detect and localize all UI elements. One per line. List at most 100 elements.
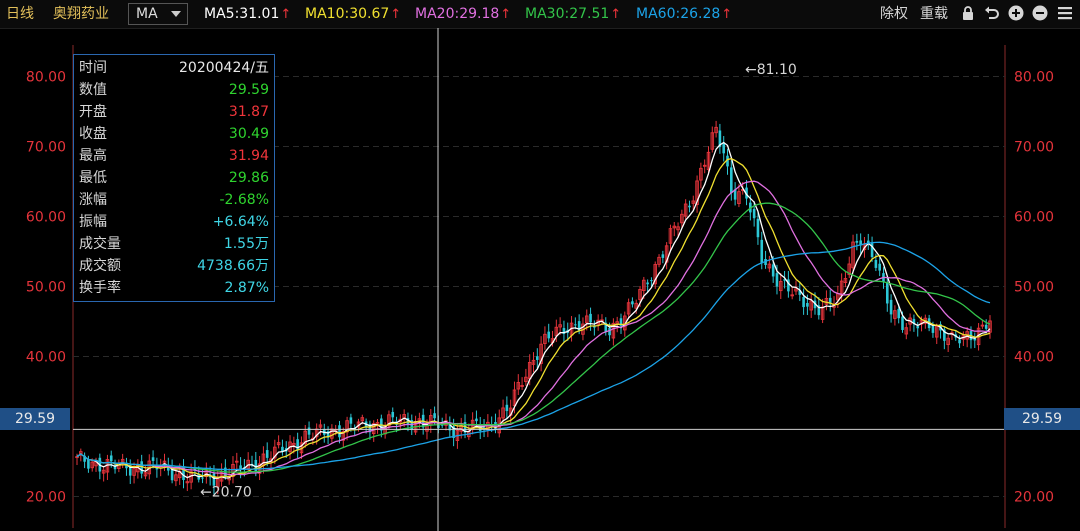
candle-body-down (874, 260, 878, 268)
up-arrow-icon: ↑ (280, 7, 292, 22)
lock-icon[interactable] (960, 5, 976, 21)
candle-body-down (897, 308, 900, 319)
period-label[interactable]: 日线 (6, 5, 34, 23)
info-value: 4738.66万 (197, 258, 269, 274)
candle-body-down (885, 282, 889, 304)
info-row-3: 收盘 30.49 (79, 123, 269, 145)
candle-body-down (901, 316, 904, 330)
candle-body-down (730, 167, 733, 194)
info-value: +6.64% (212, 214, 269, 230)
zoom-out-icon[interactable] (1032, 5, 1048, 21)
info-label: 涨幅 (79, 192, 107, 208)
info-value: 31.87 (228, 104, 269, 120)
up-arrow-icon: ↑ (610, 7, 622, 22)
candle-body-down (646, 282, 649, 285)
info-value: 29.59 (228, 82, 269, 98)
y-tick-label-right: 80.00 (1014, 70, 1054, 86)
info-label: 振幅 (79, 214, 107, 230)
candle-body-down (265, 450, 269, 458)
candle-body-down (878, 263, 881, 271)
candle-body-down (722, 142, 726, 154)
info-label: 换手率 (79, 280, 121, 296)
up-arrow-icon: ↑ (390, 7, 402, 22)
candle-body-down (87, 459, 90, 469)
high-price-annotation: ←81.10 (745, 62, 797, 78)
low-price-annotation: ←20.70 (200, 485, 252, 501)
y-tick-label-left: 50.00 (26, 280, 66, 296)
info-value: 30.49 (228, 126, 269, 142)
ma10-value: MA10:30.67 (305, 6, 390, 22)
y-tick-label-left: 20.00 (26, 490, 66, 506)
candle-body-down (775, 273, 779, 287)
candle-body-down (589, 313, 592, 323)
exright-button[interactable]: 除权 (880, 5, 908, 23)
stock-name: 奥翔药业 (53, 6, 109, 22)
info-value: 20200424/五 (179, 60, 269, 76)
zoom-in-icon[interactable] (1008, 5, 1024, 21)
candle-body-down (536, 356, 539, 360)
chevron-down-icon (171, 11, 181, 17)
crosshair-price-right: 29.59 (1004, 408, 1080, 430)
y-tick-label-left: 60.00 (26, 210, 66, 226)
y-tick-label-left: 40.00 (26, 350, 66, 366)
info-row-5: 最低 29.86 (79, 167, 269, 189)
ma60-value: MA60:26.28 (636, 6, 721, 22)
candle-body-down (855, 240, 859, 243)
undo-icon[interactable] (984, 5, 1000, 21)
y-tick-label-right: 60.00 (1014, 210, 1054, 226)
candle-body-down (958, 339, 961, 344)
y-tick-label-right: 40.00 (1014, 350, 1054, 366)
candle-body-down (547, 331, 551, 339)
info-label: 收盘 (79, 126, 107, 142)
candle-body-down (661, 254, 665, 258)
quote-info-panel: 时间 20200424/五 数值 29.59 开盘 31.87 收盘 30.49 最高 31.94… (73, 54, 275, 302)
candle-body-down (760, 239, 764, 264)
candle-body-down (752, 208, 756, 219)
info-label: 时间 (79, 60, 107, 76)
info-row-9: 成交额 4738.66万 (79, 255, 269, 277)
candle-body-down (338, 425, 341, 438)
candle-body-down (574, 324, 577, 326)
candle-body-down (608, 327, 611, 336)
candle-body-down (296, 439, 299, 451)
info-row-7: 振幅 +6.64% (79, 211, 269, 233)
candle-body-down (688, 205, 691, 208)
candle-body-down (756, 218, 760, 238)
ma20-value: MA20:29.18 (415, 6, 500, 22)
y-tick-label-right: 70.00 (1014, 140, 1054, 156)
crosshair-price-left: 29.59 (0, 408, 70, 430)
reload-button[interactable]: 重载 (920, 5, 948, 23)
candle-body-down (505, 404, 509, 412)
info-label: 开盘 (79, 104, 107, 120)
indicator-select[interactable]: MA (128, 3, 188, 25)
candle-body-down (771, 264, 775, 277)
info-label: 最低 (79, 170, 107, 186)
candle-body-down (802, 296, 805, 308)
candle-body-down (151, 457, 155, 461)
info-value: 31.94 (228, 148, 269, 164)
candle-body-down (650, 280, 653, 282)
candle-body-down (631, 301, 634, 305)
y-tick-label-right: 50.00 (1014, 280, 1054, 296)
info-row-1: 数值 29.59 (79, 79, 269, 101)
info-label: 成交额 (79, 258, 121, 274)
info-value: 29.86 (228, 170, 269, 186)
candle-body-down (916, 326, 920, 329)
candle-body-down (391, 411, 395, 418)
candle-body-down (307, 427, 311, 435)
candle-body-down (475, 418, 478, 422)
ma10-legend: MA10:30.67↑ (305, 5, 401, 24)
info-value: 1.55万 (223, 236, 269, 252)
ma5-legend: MA5:31.01↑ (204, 5, 291, 24)
y-tick-label-left: 80.00 (26, 70, 66, 86)
candle-body-down (201, 477, 204, 479)
candle-body-down (806, 302, 809, 307)
ma5-value: MA5:31.01 (204, 6, 280, 22)
info-row-0: 时间 20200424/五 (79, 57, 269, 79)
menu-icon[interactable] (1057, 5, 1073, 21)
info-row-6: 涨幅 -2.68% (79, 189, 269, 211)
candle-body-down (984, 324, 988, 329)
info-row-10: 换手率 2.87% (79, 277, 269, 299)
ma20-legend: MA20:29.18↑ (415, 5, 511, 24)
candle-body-down (109, 455, 113, 462)
